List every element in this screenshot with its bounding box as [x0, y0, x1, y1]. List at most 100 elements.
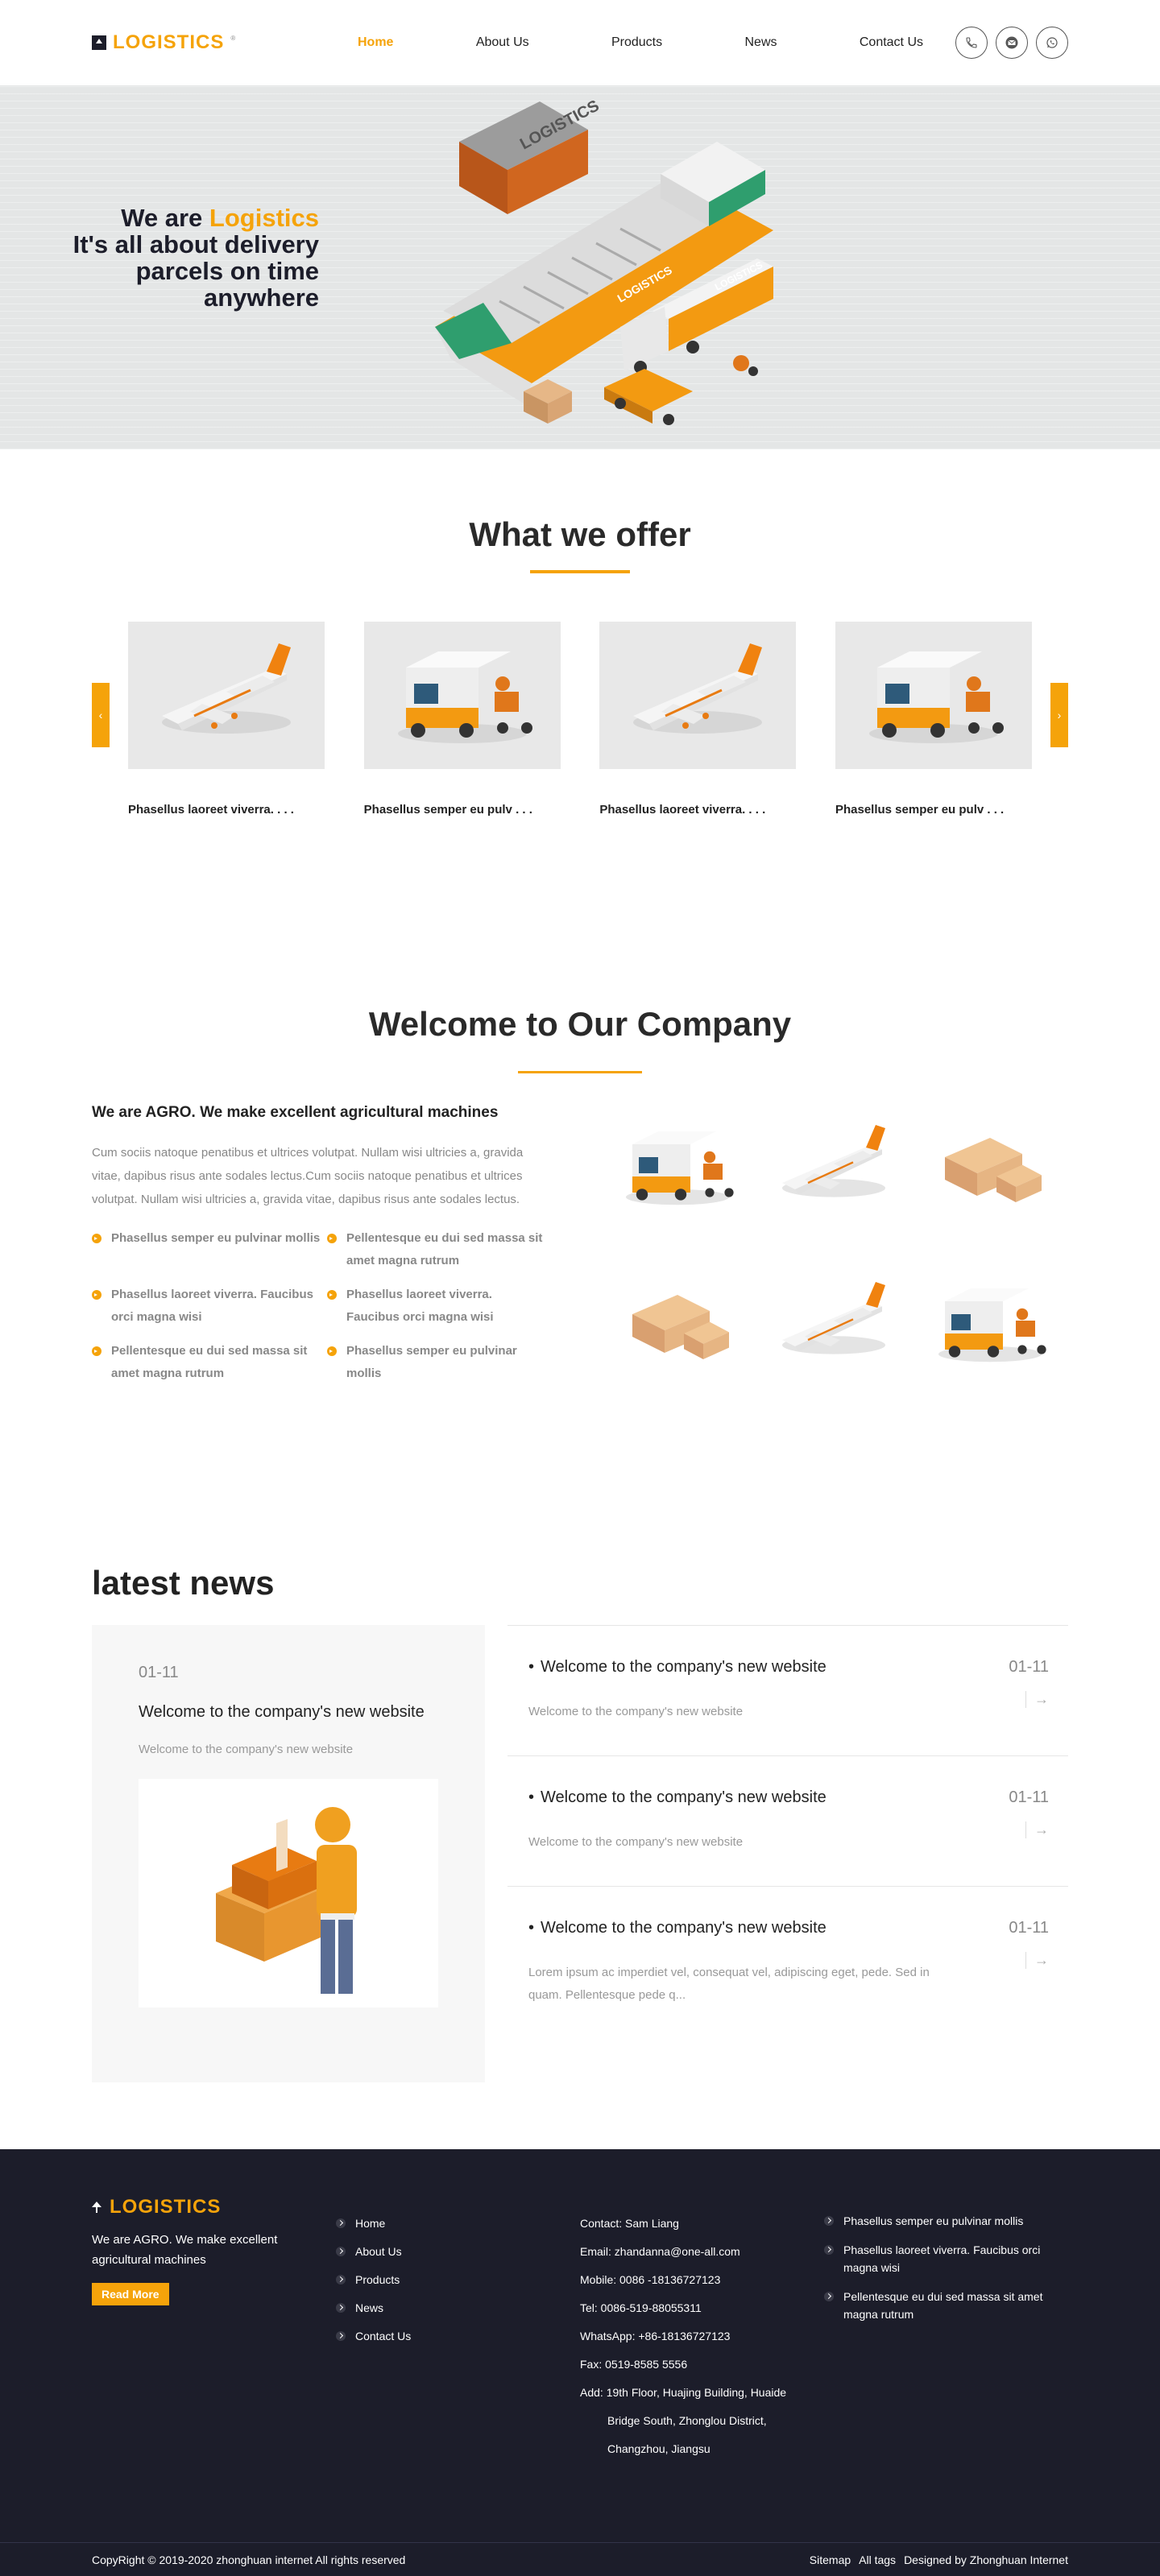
footer-address-line2: Bridge South, Zhonglou District,: [607, 2414, 767, 2427]
footer-link-label[interactable]: Home: [355, 2217, 385, 2230]
welcome-paragraph: Cum sociis natoque penatibus et ultrices…: [92, 1146, 524, 1206]
footer-address-line1: Add: 19th Floor, Huajing Building, Huaid…: [580, 2386, 787, 2399]
offer-card[interactable]: Phasellus laoreet viverra. . . .: [599, 622, 797, 817]
delivery-vehicle-illustration: [835, 622, 1032, 769]
footer-link-contact-us[interactable]: Contact Us: [336, 2330, 580, 2342]
chevron-right-icon: [824, 2292, 834, 2301]
logo-registered: ®: [230, 34, 236, 42]
footer-news-text[interactable]: Phasellus semper eu pulvinar mollis: [843, 2212, 1023, 2230]
footer-news-item[interactable]: Phasellus semper eu pulvinar mollis: [824, 2212, 1068, 2230]
feature-list: Phasellus semper eu pulvinar mollis Pell…: [92, 1227, 543, 1385]
arrow-right-icon[interactable]: →: [1025, 1821, 1049, 1838]
footer-link-label[interactable]: News: [355, 2301, 383, 2314]
offer-carousel: ‹ Phasellus laoreet viverra. . . . Phase…: [92, 622, 1068, 817]
offer-caption[interactable]: Phasellus laoreet viverra. . . .: [599, 803, 796, 817]
nav-products[interactable]: Products: [611, 35, 662, 50]
nav-news[interactable]: News: [744, 35, 777, 50]
offer-card[interactable]: Phasellus semper eu pulv . . .: [363, 622, 561, 817]
arrow-right-icon[interactable]: →: [1025, 1691, 1049, 1708]
bullet-icon: [92, 1234, 102, 1243]
arrow-right-icon[interactable]: →: [1025, 1952, 1049, 1969]
nav-home[interactable]: Home: [358, 35, 393, 50]
footer-link-about-us[interactable]: About Us: [336, 2245, 580, 2258]
boxes-illustration: [912, 1112, 1068, 1222]
offer-caption[interactable]: Phasellus laoreet viverra. . . .: [128, 803, 325, 817]
cargo-ship-illustration: LOGISTICS LOGISTICS LOGISTICS: [435, 97, 773, 425]
news-list-item[interactable]: Welcome to the company's new website Wel…: [508, 1625, 1068, 1755]
mail-icon[interactable]: [996, 27, 1028, 59]
copyright: CopyRight © 2019-2020 zhonghuan internet…: [92, 2553, 406, 2566]
airplane-illustration: [756, 1112, 912, 1222]
chevron-right-icon: [336, 2247, 346, 2256]
hero-headline: We are Logistics It's all about delivery…: [73, 205, 319, 311]
news-item-title-text[interactable]: Welcome to the company's new website: [541, 1658, 826, 1677]
footer-link-home[interactable]: Home: [336, 2217, 580, 2230]
news-item-title-text[interactable]: Welcome to the company's new website: [541, 1788, 826, 1807]
welcome-title: Welcome to Our Company: [368, 1005, 792, 1043]
feature-item: Phasellus laoreet viverra. Faucibus orci…: [92, 1284, 327, 1329]
featured-news-card[interactable]: 01-11 Welcome to the company's new websi…: [92, 1625, 485, 2082]
designer-credit-link[interactable]: Designed by Zhonghuan Internet: [904, 2553, 1068, 2566]
all-tags-link[interactable]: All tags: [859, 2553, 896, 2566]
footer-logo[interactable]: LOGISTICS: [92, 2196, 336, 2218]
feature-item: Pellentesque eu dui sed massa sit amet m…: [92, 1340, 327, 1385]
read-more-button[interactable]: Read More: [92, 2283, 169, 2305]
footer-link-label[interactable]: Contact Us: [355, 2330, 411, 2342]
news-list-item[interactable]: Welcome to the company's new website Wel…: [508, 1755, 1068, 1886]
footer-address-line3: Changzhou, Jiangsu: [607, 2442, 710, 2455]
footer-link-products[interactable]: Products: [336, 2273, 580, 2286]
carousel-next-button[interactable]: ›: [1050, 683, 1068, 747]
news-list-item[interactable]: Welcome to the company's new website Lor…: [508, 1886, 1068, 2016]
nav-contact-us[interactable]: Contact Us: [860, 35, 923, 50]
site-logo[interactable]: LOGISTICS ®: [92, 31, 358, 54]
bullet-icon: [327, 1234, 337, 1243]
feature-item: Phasellus semper eu pulvinar mollis: [92, 1227, 327, 1272]
bullet-icon: [92, 1346, 102, 1356]
phone-icon[interactable]: [955, 27, 988, 59]
news-item-date: 01-11: [1009, 1919, 1049, 1937]
chevron-right-icon: [336, 2303, 346, 2313]
footer-news-text[interactable]: Pellentesque eu dui sed massa sit amet m…: [843, 2288, 1068, 2323]
carousel-prev-button[interactable]: ‹: [92, 683, 110, 747]
hero-banner: We are Logistics It's all about delivery…: [0, 85, 1160, 449]
news-item-title-text[interactable]: Welcome to the company's new website: [541, 1919, 826, 1937]
site-footer: LOGISTICS We are AGRO. We make excellent…: [0, 2149, 1160, 2576]
offer-card[interactable]: Phasellus laoreet viverra. . . .: [128, 622, 325, 817]
offer-caption[interactable]: Phasellus semper eu pulv . . .: [835, 803, 1032, 817]
news-list: Welcome to the company's new website Wel…: [508, 1625, 1068, 2082]
feature-item: Pellentesque eu dui sed massa sit amet m…: [327, 1227, 543, 1272]
offer-card[interactable]: Phasellus semper eu pulv . . .: [835, 622, 1032, 817]
news-item-title[interactable]: Welcome to the company's new website: [528, 1788, 955, 1807]
offer-title-underline: [530, 570, 630, 573]
offer-caption[interactable]: Phasellus semper eu pulv . . .: [364, 803, 561, 817]
sitemap-link[interactable]: Sitemap: [810, 2553, 851, 2566]
bullet-icon: [327, 1346, 337, 1356]
offer-section: What we offer ‹ Phasellus laoreet viverr…: [0, 449, 1160, 939]
news-item-date: 01-11: [1009, 1658, 1049, 1676]
news-item-title[interactable]: Welcome to the company's new website: [528, 1658, 955, 1677]
footer-news-item[interactable]: Phasellus laoreet viverra. Faucibus orci…: [824, 2241, 1068, 2276]
footer-news-text[interactable]: Phasellus laoreet viverra. Faucibus orci…: [843, 2241, 1068, 2276]
nav-about-us[interactable]: About Us: [476, 35, 529, 50]
bullet-icon: [92, 1290, 102, 1300]
news-section: latest news 01-11 Welcome to the company…: [0, 1496, 1160, 2149]
offer-title: What we offer: [469, 515, 691, 553]
welcome-subtitle: We are AGRO. We make excellent agricultu…: [92, 1104, 499, 1121]
footer-news-item[interactable]: Pellentesque eu dui sed massa sit amet m…: [824, 2288, 1068, 2323]
welcome-title-underline: [518, 1071, 642, 1073]
news-heading: latest news: [92, 1564, 275, 1602]
main-nav: Home About Us Products News Contact Us: [358, 35, 955, 50]
featured-news-title[interactable]: Welcome to the company's new website: [139, 1703, 438, 1722]
news-item-title[interactable]: Welcome to the company's new website: [528, 1919, 955, 1937]
whatsapp-icon[interactable]: [1036, 27, 1068, 59]
footer-link-label[interactable]: Products: [355, 2273, 400, 2286]
footer-bottom-bar: CopyRight © 2019-2020 zhonghuan internet…: [0, 2542, 1160, 2576]
footer-link-news[interactable]: News: [336, 2301, 580, 2314]
feature-text: Pellentesque eu dui sed massa sit amet m…: [346, 1231, 543, 1267]
delivery-vehicle-illustration: [912, 1269, 1068, 1379]
featured-news-summary: Welcome to the company's new website: [139, 1743, 354, 1756]
feature-item: Phasellus semper eu pulvinar mollis: [327, 1340, 543, 1385]
footer-email[interactable]: Email: zhandanna@one-all.com: [580, 2245, 824, 2258]
footer-link-label[interactable]: About Us: [355, 2245, 402, 2258]
feature-text: Phasellus laoreet viverra. Faucibus orci…: [346, 1288, 494, 1324]
